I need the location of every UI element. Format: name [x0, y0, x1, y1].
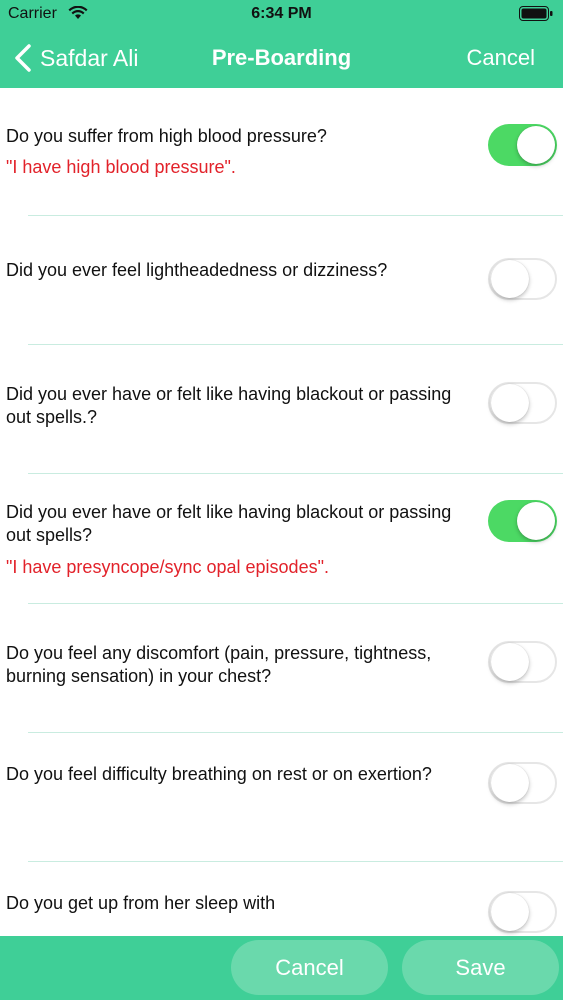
toggle-knob [491, 384, 529, 422]
question-list[interactable]: Do you suffer from high blood pressure? … [0, 88, 563, 936]
navigation-bar: Safdar Ali Pre-Boarding Cancel [0, 30, 563, 88]
toggle-switch-5[interactable] [488, 641, 557, 683]
question-text-7: Do you get up from her sleep with [6, 893, 276, 913]
question-text-3: Did you ever have or felt like having bl… [6, 384, 452, 427]
answer-text-1: "I have high blood pressure". [6, 157, 236, 177]
toggle-switch-1[interactable] [488, 124, 557, 166]
battery-icon [519, 6, 553, 21]
row-divider [28, 861, 563, 862]
question-text-1: Do you suffer from high blood pressure? [6, 126, 327, 146]
toggle-knob [491, 764, 529, 802]
row-divider [28, 732, 563, 733]
header-bar: Carrier 6:34 PM Safdar Ali Pre-Boarding … [0, 0, 563, 88]
nav-cancel-button[interactable]: Cancel [467, 45, 535, 71]
footer-bar: Cancel Save [0, 936, 563, 1000]
row-divider [28, 603, 563, 604]
row-divider [28, 215, 563, 216]
answer-text-4: "I have presyncope/sync opal episodes". [6, 557, 329, 577]
question-text-2: Did you ever feel lightheadedness or diz… [6, 260, 388, 280]
toggle-knob [517, 502, 555, 540]
toggle-knob [491, 643, 529, 681]
toggle-switch-6[interactable] [488, 762, 557, 804]
toggle-knob [491, 260, 529, 298]
clock-time: 6:34 PM [251, 5, 312, 22]
toggle-knob [491, 893, 529, 931]
question-text-4: Did you ever have or felt like having bl… [6, 502, 452, 545]
question-text-5: Do you feel any discomfort (pain, pressu… [6, 643, 432, 686]
toggle-switch-2[interactable] [488, 258, 557, 300]
toggle-switch-7[interactable] [488, 891, 557, 933]
row-divider [28, 344, 563, 345]
question-text-6: Do you feel difficulty breathing on rest… [6, 764, 432, 784]
cancel-button[interactable]: Cancel [231, 940, 388, 995]
toggle-knob [517, 126, 555, 164]
status-bar: Carrier 6:34 PM [0, 0, 563, 30]
save-button[interactable]: Save [402, 940, 559, 995]
toggle-switch-3[interactable] [488, 382, 557, 424]
row-divider [28, 473, 563, 474]
toggle-switch-4[interactable] [488, 500, 557, 542]
